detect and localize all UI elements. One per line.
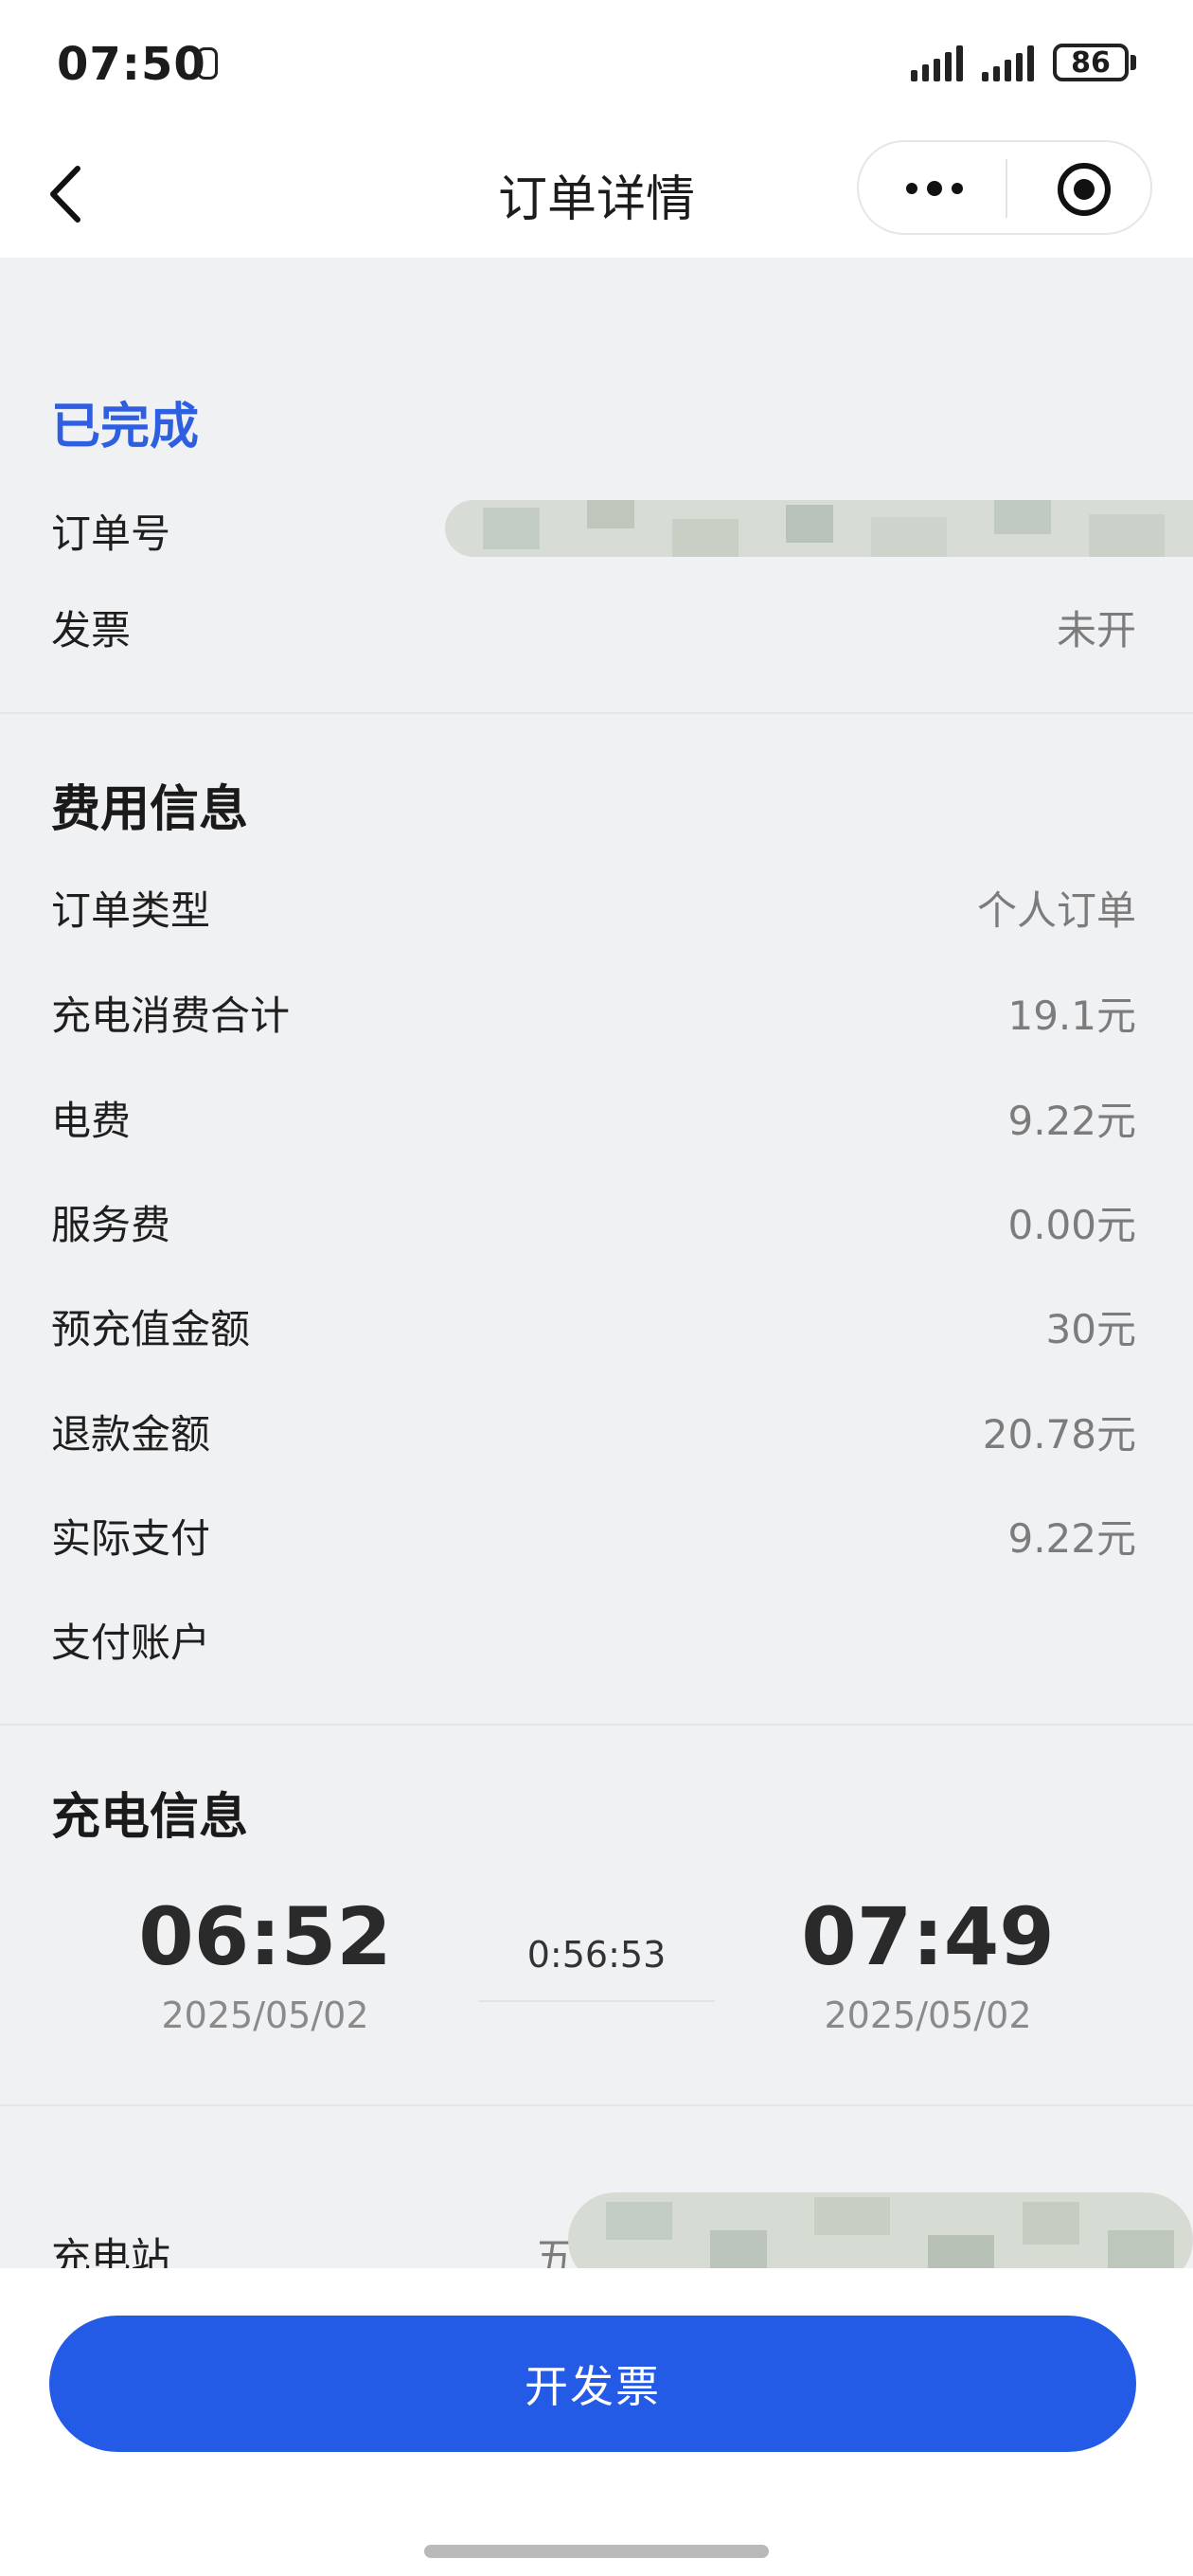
invoice-value: 未开 (1056, 607, 1136, 653)
battery-level: 86 (1053, 44, 1129, 81)
invoice-label: 发票 (51, 607, 132, 653)
order-status: 已完成 (51, 399, 200, 456)
fee-row-value: 20.78元 (982, 1411, 1136, 1458)
fee-section-title: 费用信息 (51, 781, 249, 838)
nav-bar: 订单详情 (0, 133, 1193, 258)
fee-row-label: 支付账户 (51, 1619, 211, 1666)
fee-row-label: 退款金额 (51, 1411, 211, 1458)
fee-row-value: 19.1元 (1007, 993, 1136, 1039)
charging-duration: 0:56:53 (526, 1934, 667, 1976)
battery-icon: 86 (1053, 44, 1136, 81)
fee-row-label: 订单类型 (51, 887, 211, 934)
mini-program-capsule (857, 140, 1152, 235)
fee-row-value: 30元 (1045, 1306, 1136, 1352)
section-divider (0, 1724, 1193, 1726)
fee-row-label: 实际支付 (51, 1515, 211, 1562)
signal-icon-2 (982, 45, 1034, 81)
charging-section-title: 充电信息 (51, 1789, 249, 1846)
start-time: 06:52 (138, 1890, 392, 1983)
end-time: 07:49 (801, 1890, 1055, 1983)
bottom-action-bar: 开发票 (0, 2268, 1193, 2576)
start-date: 2025/05/02 (161, 1995, 369, 2036)
order-no-label: 订单号 (51, 510, 171, 557)
fee-row-label: 预充值金额 (51, 1306, 251, 1352)
fee-row-value: 9.22元 (1007, 1515, 1136, 1562)
fee-row-value: 0.00元 (1007, 1202, 1136, 1248)
status-bar: 07:50 86 (0, 0, 1193, 133)
fee-row-value: 个人订单 (976, 887, 1136, 934)
fee-row-label: 服务费 (51, 1202, 171, 1248)
fee-row-value: 9.22元 (1007, 1098, 1136, 1144)
fee-row-label: 充电消费合计 (51, 993, 291, 1039)
close-mini-program-icon[interactable] (1058, 163, 1111, 216)
section-divider (0, 2104, 1193, 2106)
status-indicators: 86 (911, 44, 1136, 81)
section-divider (0, 712, 1193, 714)
more-icon[interactable] (887, 163, 982, 214)
fee-row-label: 电费 (51, 1098, 132, 1144)
home-indicator[interactable] (424, 2545, 769, 2558)
signal-icon (911, 45, 963, 81)
issue-invoice-button[interactable]: 开发票 (49, 2316, 1136, 2452)
status-time: 07:50 (57, 38, 206, 91)
alarm-icon (197, 47, 218, 80)
order-no-redacted (445, 500, 1193, 557)
end-date: 2025/05/02 (824, 1995, 1032, 2036)
